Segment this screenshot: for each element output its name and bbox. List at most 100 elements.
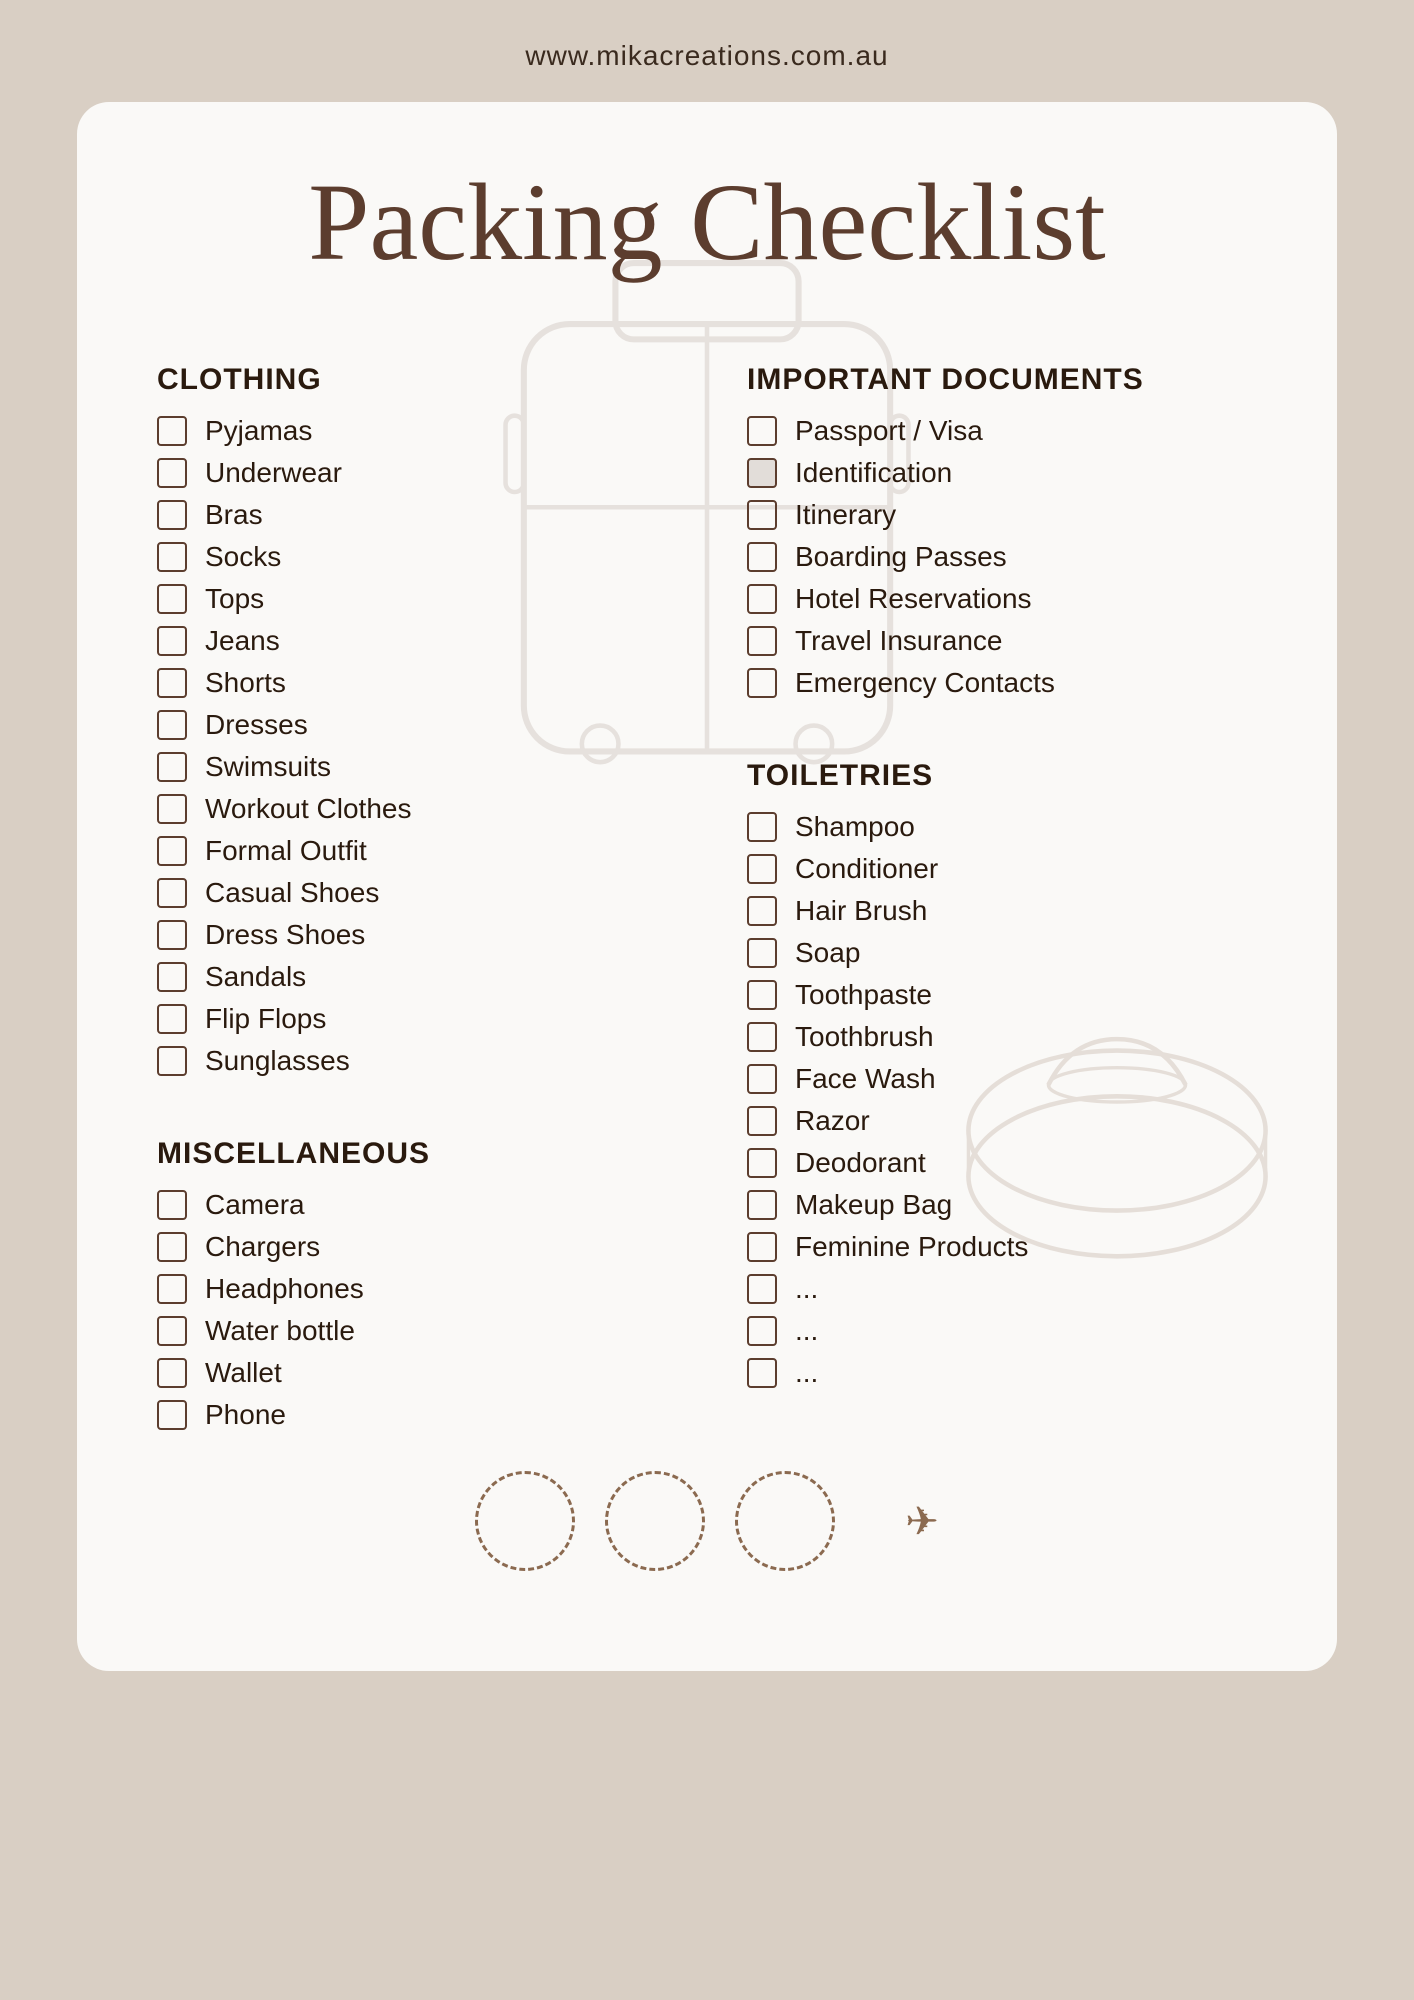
checkbox[interactable]: [157, 710, 187, 740]
checkbox[interactable]: [747, 938, 777, 968]
checkbox[interactable]: [747, 1148, 777, 1178]
item-label: Socks: [205, 541, 281, 573]
item-label: Casual Shoes: [205, 877, 379, 909]
checkbox[interactable]: [747, 896, 777, 926]
checkbox[interactable]: [747, 626, 777, 656]
item-label: Toothbrush: [795, 1021, 934, 1053]
list-item: Travel Insurance: [747, 625, 1257, 657]
checkbox[interactable]: [747, 812, 777, 842]
checkbox[interactable]: [747, 1106, 777, 1136]
item-label: Wallet: [205, 1357, 282, 1389]
item-label: Face Wash: [795, 1063, 936, 1095]
checkbox[interactable]: [157, 836, 187, 866]
item-label: Razor: [795, 1105, 870, 1137]
checkbox[interactable]: [747, 980, 777, 1010]
item-label: Dress Shoes: [205, 919, 365, 951]
checkbox[interactable]: [747, 1232, 777, 1262]
item-label: Pyjamas: [205, 415, 312, 447]
item-label: Chargers: [205, 1231, 320, 1263]
list-item: Water bottle: [157, 1315, 667, 1347]
list-item: Hair Brush: [747, 895, 1257, 927]
checkbox[interactable]: [747, 854, 777, 884]
dashed-circle-2: [605, 1471, 705, 1571]
checkbox[interactable]: [157, 1358, 187, 1388]
item-label: Camera: [205, 1189, 305, 1221]
checkbox[interactable]: [157, 1316, 187, 1346]
checkbox[interactable]: [157, 416, 187, 446]
checkbox[interactable]: [157, 752, 187, 782]
checkbox[interactable]: [157, 500, 187, 530]
item-label: Jeans: [205, 625, 280, 657]
list-item: Camera: [157, 1189, 667, 1221]
checkbox[interactable]: [157, 1232, 187, 1262]
checkbox[interactable]: [157, 1400, 187, 1430]
item-label: Toothpaste: [795, 979, 932, 1011]
plane-icon: ✈: [905, 1498, 939, 1545]
list-item: Workout Clothes: [157, 793, 667, 825]
list-item: Dresses: [157, 709, 667, 741]
item-label: Identification: [795, 457, 952, 489]
list-item: Headphones: [157, 1273, 667, 1305]
list-item: Socks: [157, 541, 667, 573]
content-grid: CLOTHING PyjamasUnderwearBrasSocksTopsJe…: [157, 333, 1257, 1441]
toiletries-section-title: TOILETRIES: [747, 759, 1257, 793]
item-label: Sunglasses: [205, 1045, 350, 1077]
title-area: Packing Checklist: [157, 162, 1257, 283]
list-item: Casual Shoes: [157, 877, 667, 909]
list-item: Soap: [747, 937, 1257, 969]
checkbox[interactable]: [157, 1190, 187, 1220]
list-item: Deodorant: [747, 1147, 1257, 1179]
item-label: Bras: [205, 499, 263, 531]
list-item: Hotel Reservations: [747, 583, 1257, 615]
checkbox[interactable]: [747, 1274, 777, 1304]
checkbox[interactable]: [747, 1022, 777, 1052]
toiletries-list: Shampoo Conditioner Hair Brush Soap Toothpas…: [747, 811, 1257, 1399]
checkbox[interactable]: [747, 1190, 777, 1220]
list-item: Feminine Products: [747, 1231, 1257, 1263]
checkbox[interactable]: [747, 584, 777, 614]
list-item: Face Wash: [747, 1063, 1257, 1095]
checkbox[interactable]: [157, 1004, 187, 1034]
website-url: www.mikacreations.com.au: [525, 40, 888, 72]
checkbox[interactable]: [157, 962, 187, 992]
checkbox[interactable]: [157, 920, 187, 950]
checkbox[interactable]: [157, 878, 187, 908]
checkbox[interactable]: [747, 458, 777, 488]
list-item: ...: [747, 1315, 1257, 1347]
checkbox[interactable]: [747, 1358, 777, 1388]
list-item: Wallet: [157, 1357, 667, 1389]
list-item: Itinerary: [747, 499, 1257, 531]
checkbox[interactable]: [747, 1064, 777, 1094]
list-item: Conditioner: [747, 853, 1257, 885]
list-item: Tops: [157, 583, 667, 615]
bottom-decoration: ✈: [157, 1471, 1257, 1571]
item-label: Hotel Reservations: [795, 583, 1032, 615]
checkbox[interactable]: [747, 416, 777, 446]
item-label: ...: [795, 1315, 818, 1347]
list-item: Toothbrush: [747, 1021, 1257, 1053]
item-label: Water bottle: [205, 1315, 355, 1347]
dashed-circle-3: [735, 1471, 835, 1571]
list-item: Shampoo: [747, 811, 1257, 843]
checkbox[interactable]: [157, 1274, 187, 1304]
list-item: ...: [747, 1273, 1257, 1305]
checkbox[interactable]: [157, 542, 187, 572]
item-label: Workout Clothes: [205, 793, 411, 825]
checkbox[interactable]: [747, 1316, 777, 1346]
checkbox[interactable]: [157, 794, 187, 824]
list-item: Flip Flops: [157, 1003, 667, 1035]
clothing-section-title: CLOTHING: [157, 363, 667, 397]
item-label: Sandals: [205, 961, 306, 993]
checkbox[interactable]: [157, 584, 187, 614]
main-card: Packing Checklist CLOTHING PyjamasUnderw…: [77, 102, 1337, 1671]
checkbox[interactable]: [747, 542, 777, 572]
checkbox[interactable]: [747, 500, 777, 530]
list-item: Toothpaste: [747, 979, 1257, 1011]
list-item: Makeup Bag: [747, 1189, 1257, 1221]
checkbox[interactable]: [157, 458, 187, 488]
checkbox[interactable]: [157, 1046, 187, 1076]
checkbox[interactable]: [747, 668, 777, 698]
checkbox[interactable]: [157, 626, 187, 656]
list-item: Formal Outfit: [157, 835, 667, 867]
checkbox[interactable]: [157, 668, 187, 698]
